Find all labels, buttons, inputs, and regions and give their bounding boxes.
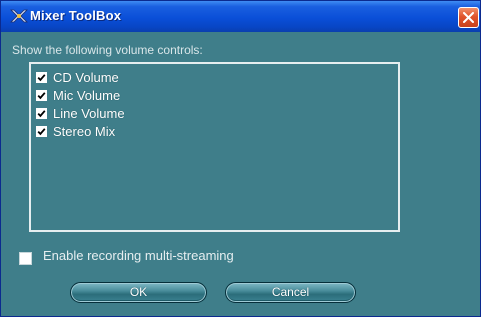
line-volume-checkbox[interactable] [36,107,47,119]
mixer-toolbox-dialog: Mixer ToolBox Show the following volume … [0,0,481,317]
volume-controls-prompt: Show the following volume controls: [12,43,203,57]
mic-volume-checkbox[interactable] [36,89,47,101]
cd-volume-label: CD Volume [53,69,119,85]
volume-controls-list: CD Volume Mic Volume Line Volume Stereo … [29,62,400,232]
close-icon [463,12,474,23]
multistream-label[interactable]: Enable recording multi-streaming [43,248,234,263]
checkmark-icon [37,127,46,135]
close-button[interactable] [458,7,479,28]
cancel-button[interactable]: Cancel [225,282,356,303]
multistream-checkbox[interactable] [19,252,32,265]
checkmark-icon [37,91,46,99]
checkmark-icon [37,73,46,81]
checkmark-icon [37,109,46,117]
mixer-toolbox-icon [10,8,28,24]
ok-button[interactable]: OK [70,282,207,303]
window-title: Mixer ToolBox [30,8,122,23]
mic-volume-label: Mic Volume [53,87,121,103]
list-item-cd-volume[interactable]: CD Volume [36,69,119,85]
line-volume-label: Line Volume [53,105,125,121]
list-item-stereo-mix[interactable]: Stereo Mix [36,123,115,139]
stereo-mix-checkbox[interactable] [36,125,47,137]
list-item-mic-volume[interactable]: Mic Volume [36,87,120,103]
stereo-mix-label: Stereo Mix [53,123,116,139]
list-item-line-volume[interactable]: Line Volume [36,105,125,121]
title-bar[interactable]: Mixer ToolBox [1,1,480,32]
cd-volume-checkbox[interactable] [36,71,47,83]
